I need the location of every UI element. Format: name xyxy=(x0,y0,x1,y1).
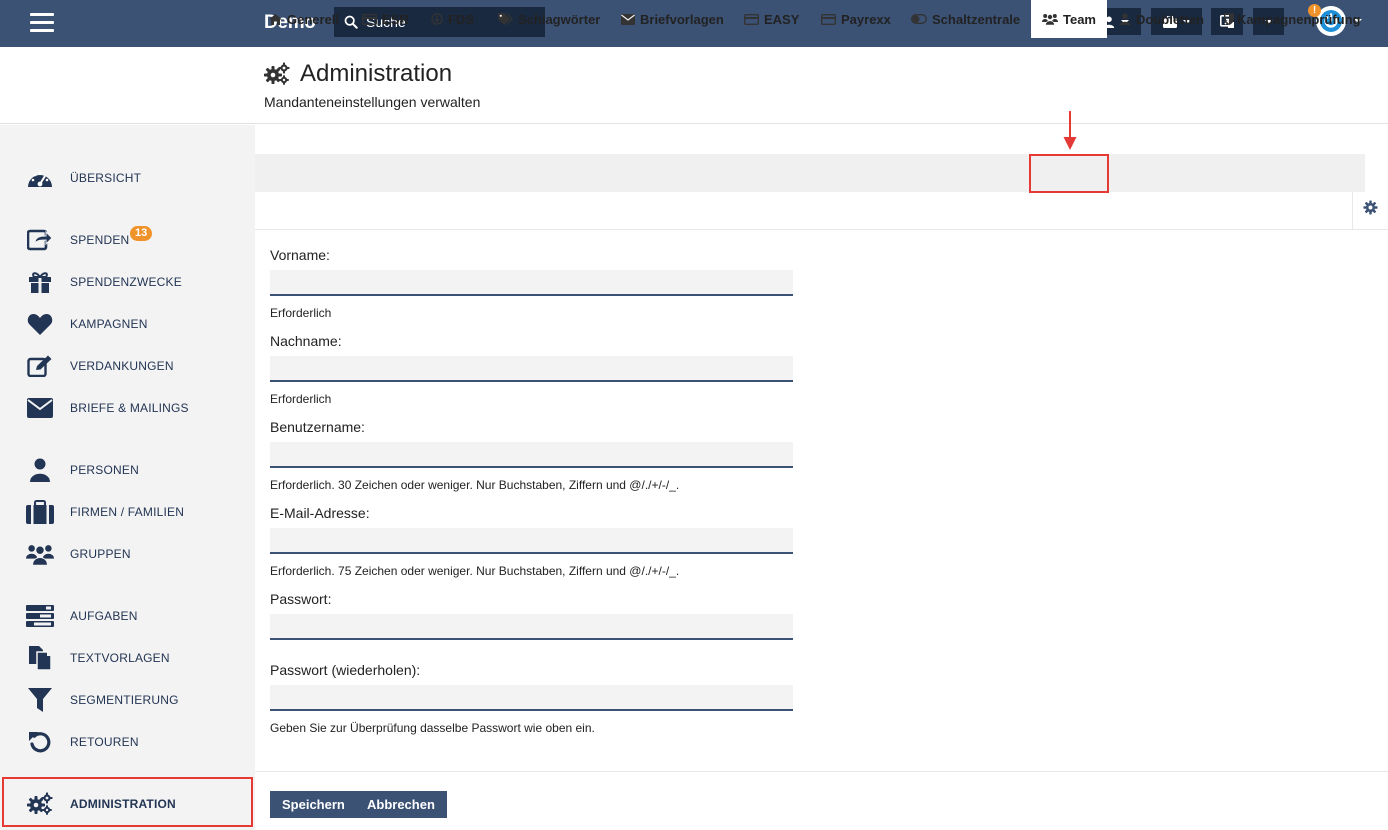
form-footer-divider xyxy=(255,771,1388,772)
page-subtitle: Mandanteneinstellungen verwalten xyxy=(264,94,481,110)
sidebar-item-label: PERSONEN xyxy=(70,463,139,477)
user-icon xyxy=(30,458,50,482)
email-input[interactable] xyxy=(270,528,793,554)
sidebar-item-label: FIRMEN / FAMILIEN xyxy=(70,505,185,519)
benutzername-input[interactable] xyxy=(270,442,793,468)
field-label-vorname: Vorname: xyxy=(270,247,330,263)
sidebar-item-label: VERDANKUNGEN xyxy=(70,359,174,373)
tags-icon xyxy=(498,13,513,25)
tab-content-divider xyxy=(255,229,1388,230)
tasks-icon xyxy=(26,605,54,627)
tab-schaltzentrale[interactable]: Schaltzentrale xyxy=(911,0,1020,38)
sidebar-item-label: SEGMENTIERUNG xyxy=(70,693,179,707)
sidebar-item-segmentierung[interactable]: SEGMENTIERUNG xyxy=(0,682,255,718)
field-help-benutzername: Erforderlich. 30 Zeichen oder weniger. N… xyxy=(270,478,680,492)
credit-card-icon xyxy=(821,13,836,25)
field-help-email: Erforderlich. 75 Zeichen oder weniger. N… xyxy=(270,564,680,578)
envelope-icon xyxy=(27,398,53,418)
passwort-wiederholen-input[interactable] xyxy=(270,685,793,711)
page-header: Administration Mandanteneinstellungen ve… xyxy=(0,47,1388,124)
envelope-icon xyxy=(621,13,635,25)
toolbar-divider xyxy=(1352,192,1353,229)
sidebar-item-label: ADMINISTRATION xyxy=(70,797,176,811)
home-icon xyxy=(269,13,282,25)
users-icon xyxy=(1042,14,1058,25)
sidebar-item-label: TEXTVORLAGEN xyxy=(70,651,170,665)
sidebar-item-personen[interactable]: PERSONEN xyxy=(0,452,255,488)
sidebar-item-gruppen[interactable]: GRUPPEN xyxy=(0,536,255,572)
arrow-circle-icon xyxy=(431,13,443,25)
sidebar-item-label: AUFGABEN xyxy=(70,609,138,623)
field-help-passwort-wiederholen: Geben Sie zur Überprüfung dasselbe Passw… xyxy=(270,721,595,735)
field-help-vorname: Erforderlich xyxy=(270,306,332,320)
tab-team-highlight xyxy=(1029,154,1109,193)
shield-icon xyxy=(1224,13,1234,25)
heart-icon xyxy=(27,314,53,335)
donation-share-icon xyxy=(27,229,53,251)
field-label-nachname: Nachname: xyxy=(270,333,342,349)
sidebar-item-spendenzwecke[interactable]: SPENDENZWECKE xyxy=(0,264,255,300)
tab-briefvorlagen[interactable]: Briefvorlagen xyxy=(621,0,724,38)
sidebar-item-verdankungen[interactable]: VERDANKUNGEN xyxy=(0,348,255,384)
sidebar-item-kampagnen[interactable]: KAMPAGNEN xyxy=(0,306,255,342)
tab-team[interactable]: Team xyxy=(1031,0,1107,38)
tab-kampagnenpruefung[interactable]: Kampagnenprüfung xyxy=(1224,0,1361,38)
credit-card-icon xyxy=(744,13,759,25)
nachname-input[interactable] xyxy=(270,356,793,382)
tab-generell[interactable]: Generell xyxy=(269,0,339,38)
search-icon xyxy=(344,15,358,29)
tab-schlagwoerter[interactable]: Schlagwörter xyxy=(498,0,600,38)
gear-icon[interactable] xyxy=(1363,200,1378,215)
cogs-icon xyxy=(27,792,53,815)
admin-tabbar xyxy=(255,154,1365,192)
sidebar-item-aufgaben[interactable]: AUFGABEN xyxy=(0,598,255,634)
tab-easy[interactable]: EASY xyxy=(744,0,799,38)
vorname-input[interactable] xyxy=(270,270,793,296)
field-label-passwort: Passwort: xyxy=(270,591,332,607)
field-label-passwort-wiederholen: Passwort (wiederholen): xyxy=(270,662,421,678)
tab-doubletten[interactable]: Doubletten xyxy=(1119,0,1204,38)
passwort-input[interactable] xyxy=(270,614,793,640)
briefcase-icon xyxy=(26,500,54,524)
sidebar-item-retouren[interactable]: RETOUREN xyxy=(0,724,255,760)
menu-toggle-icon[interactable] xyxy=(30,13,54,33)
filter-icon xyxy=(28,688,52,712)
sidebar-item-label: KAMPAGNEN xyxy=(70,317,148,331)
dashboard-icon xyxy=(28,171,52,187)
tab-payrexx[interactable]: Payrexx xyxy=(821,0,891,38)
toggle-icon xyxy=(911,14,927,24)
edit-icon xyxy=(27,355,52,377)
save-button[interactable]: Speichern xyxy=(270,791,357,818)
sidebar-item-label: SPENDEN xyxy=(70,233,130,247)
sidebar-item-label: ÜBERSICHT xyxy=(70,171,142,185)
users-icon xyxy=(26,545,54,566)
tab-fds[interactable]: FDS xyxy=(431,0,474,38)
field-label-email: E-Mail-Adresse: xyxy=(270,505,370,521)
sidebar-item-textvorlagen[interactable]: TEXTVORLAGEN xyxy=(0,640,255,676)
sidebar-item-label: GRUPPEN xyxy=(70,547,131,561)
field-help-nachname: Erforderlich xyxy=(270,392,332,406)
undo-icon xyxy=(29,732,51,753)
copy-icon xyxy=(29,646,52,671)
sidebar-item-firmen-familien[interactable]: FIRMEN / FAMILIEN xyxy=(0,494,255,530)
cancel-button[interactable]: Abbrechen xyxy=(355,791,447,818)
cogs-icon xyxy=(264,62,290,85)
sidebar-item-briefe-mailings[interactable]: BRIEFE & MAILINGS xyxy=(0,390,255,426)
sidebar-item-label: SPENDENZWECKE xyxy=(70,275,182,289)
sidebar-item-spenden[interactable]: SPENDEN 13 xyxy=(0,222,255,258)
gift-icon xyxy=(29,272,51,293)
user-icon xyxy=(1119,13,1131,25)
sidebar-item-label: BRIEFE & MAILINGS xyxy=(70,401,189,415)
sidebar-item-administration[interactable]: ADMINISTRATION xyxy=(0,786,255,822)
page-title: Administration xyxy=(300,60,453,87)
donation-count-badge: 13 xyxy=(130,226,153,241)
credit-card-icon xyxy=(362,13,377,25)
tab-esr[interactable]: ESR xyxy=(362,0,409,38)
field-label-benutzername: Benutzername: xyxy=(270,419,365,435)
sidebar-item-uebersicht[interactable]: ÜBERSICHT xyxy=(0,160,255,196)
pointer-arrow-icon xyxy=(1063,111,1077,150)
sidebar-item-label: RETOUREN xyxy=(70,735,139,749)
